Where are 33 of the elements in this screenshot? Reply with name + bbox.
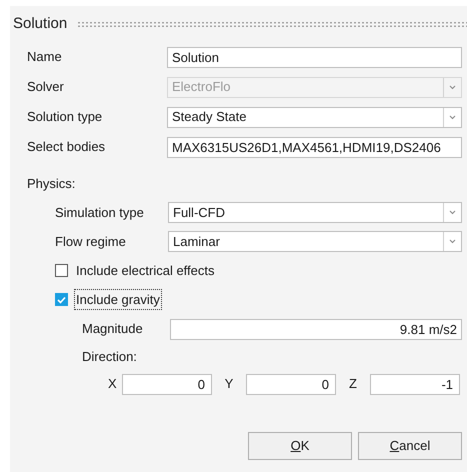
- caret-icon: [449, 114, 456, 120]
- checkbox[interactable]: [55, 293, 68, 306]
- dropdown[interactable]: Full-CFD: [168, 202, 462, 223]
- caret-icon: [449, 239, 456, 244]
- input-field[interactable]: Solution: [167, 46, 462, 68]
- input-field[interactable]: 0: [246, 374, 336, 394]
- section-heading: Physics:: [26, 175, 76, 194]
- checkbox[interactable]: [55, 264, 68, 277]
- axis-label: X: [108, 375, 118, 394]
- dropdown[interactable]: Laminar: [168, 231, 462, 252]
- dialog-title: Solution: [13, 14, 68, 34]
- caret-icon: [449, 210, 456, 215]
- input-field[interactable]: MAX6315US26D1,MAX4561,HDMI19,DS2406: [167, 136, 462, 158]
- axis-label: Y: [224, 375, 234, 394]
- input-field[interactable]: -1: [370, 374, 460, 394]
- field-label: Name: [27, 48, 63, 66]
- field-label: Simulation type: [55, 204, 145, 222]
- dialog-button[interactable]: OK: [248, 432, 352, 460]
- dropdown[interactable]: Steady State: [167, 106, 462, 128]
- field-label: Solution type: [27, 108, 104, 126]
- title-bar-grip[interactable]: [77, 20, 467, 28]
- field-label: Select bodies: [27, 138, 106, 156]
- field-label: Solver: [27, 78, 65, 96]
- caret-icon: [449, 84, 456, 90]
- checkbox-label[interactable]: Include electrical effects: [74, 260, 216, 282]
- input-field[interactable]: 0: [122, 374, 212, 394]
- input-field[interactable]: 9.81 m/s2: [170, 318, 462, 340]
- checkbox-label[interactable]: Include gravity: [74, 288, 162, 310]
- section-heading: Direction:: [81, 348, 138, 366]
- field-label: Flow regime: [55, 232, 127, 251]
- field-label: Magnitude: [82, 320, 144, 338]
- dialog-button[interactable]: Cancel: [358, 432, 462, 460]
- axis-label: Z: [348, 375, 358, 394]
